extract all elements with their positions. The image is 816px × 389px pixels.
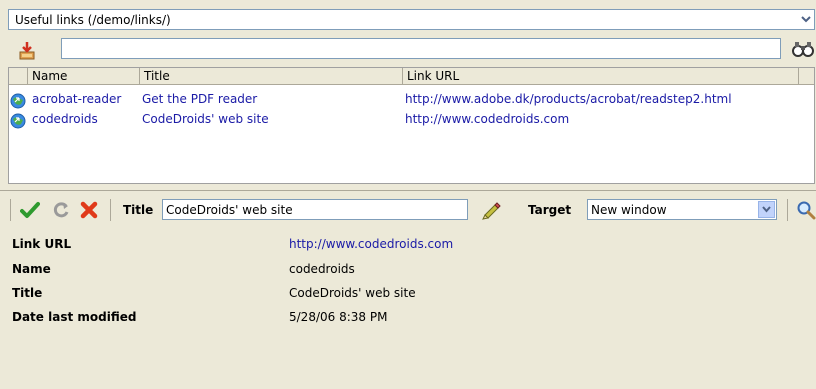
row-name: acrobat-reader <box>32 92 122 106</box>
detail-value-name: codedroids <box>289 262 355 276</box>
folder-select-value: Useful links (/demo/links/) <box>15 13 171 27</box>
title-input[interactable] <box>162 199 468 220</box>
pencil-icon[interactable] <box>480 200 502 220</box>
detail-label-name: Name <box>12 262 51 276</box>
row-title: Get the PDF reader <box>142 92 258 106</box>
column-header-title[interactable]: Title <box>140 68 403 85</box>
web-link-icon <box>10 93 26 109</box>
detail-value-link-url[interactable]: http://www.codedroids.com <box>289 237 453 251</box>
header-icon-column <box>9 68 28 85</box>
checkmark-icon[interactable] <box>20 200 40 220</box>
toolbar-separator <box>787 199 788 221</box>
detail-label-date-modified: Date last modified <box>12 310 137 324</box>
magnifier-icon[interactable] <box>796 200 816 220</box>
detail-value-date-modified: 5/28/06 8:38 PM <box>289 310 388 324</box>
detail-value-title: CodeDroids' web site <box>289 286 416 300</box>
row-url[interactable]: http://www.adobe.dk/products/acrobat/rea… <box>405 92 732 106</box>
detail-label-title: Title <box>12 286 43 300</box>
links-table: Name Title Link URL acrobat-reader Get t… <box>8 67 815 184</box>
table-row[interactable]: acrobat-reader Get the PDF reader http:/… <box>9 91 814 110</box>
panel-splitter[interactable] <box>0 190 816 191</box>
title-label: Title <box>123 203 154 217</box>
export-icon[interactable] <box>16 40 38 62</box>
binoculars-icon[interactable] <box>792 41 814 57</box>
chevron-down-icon[interactable] <box>798 10 814 29</box>
folder-select[interactable]: Useful links (/demo/links/) <box>8 9 815 30</box>
delete-icon[interactable] <box>79 200 99 220</box>
refresh-icon[interactable] <box>51 200 71 220</box>
table-row[interactable]: codedroids CodeDroids' web site http://w… <box>9 111 814 130</box>
row-url[interactable]: http://www.codedroids.com <box>405 112 569 126</box>
target-select-value: New window <box>591 203 667 217</box>
row-title: CodeDroids' web site <box>142 112 269 126</box>
detail-label-link-url: Link URL <box>12 237 72 251</box>
toolbar-separator <box>110 199 111 221</box>
search-input[interactable] <box>61 38 781 59</box>
header-filler <box>799 68 814 85</box>
row-name: codedroids <box>32 112 98 126</box>
web-link-icon <box>10 113 26 129</box>
target-label: Target <box>528 203 572 217</box>
target-select[interactable]: New window <box>587 199 777 220</box>
chevron-down-icon[interactable] <box>758 201 775 218</box>
column-header-name[interactable]: Name <box>28 68 140 85</box>
toolbar-separator <box>10 199 11 221</box>
column-header-url[interactable]: Link URL <box>403 68 799 85</box>
